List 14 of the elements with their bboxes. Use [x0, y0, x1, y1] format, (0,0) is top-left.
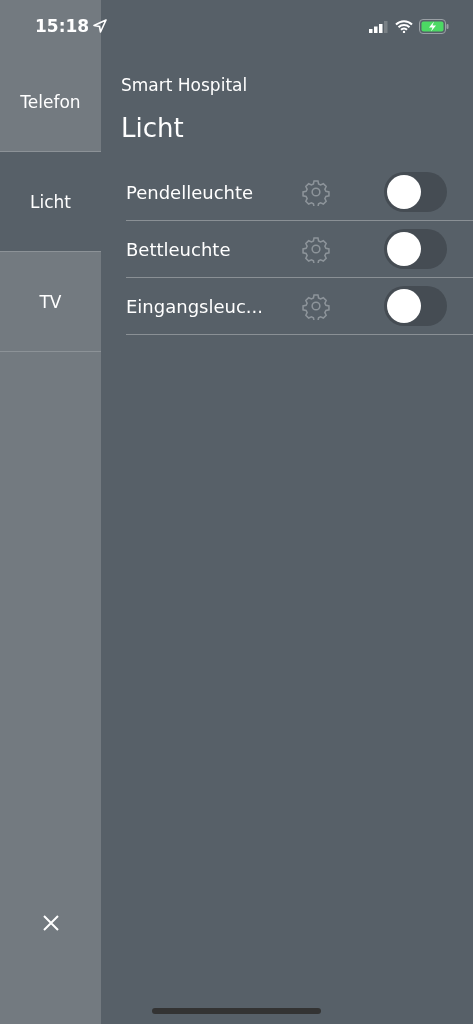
wifi-icon [395, 19, 413, 33]
toggle-switch[interactable] [384, 286, 447, 326]
toggle-switch[interactable] [384, 172, 447, 212]
light-name: Bettleuchte [126, 238, 232, 260]
light-name: Eingangsleuc... [126, 295, 264, 317]
toggle-switch[interactable] [384, 229, 447, 269]
location-arrow-icon [93, 19, 108, 33]
app-name: Smart Hospital [121, 75, 249, 95]
signal-icon [369, 19, 389, 33]
sidebar-tab[interactable]: Licht [0, 152, 101, 252]
page-title: Licht [121, 113, 185, 143]
sidebar-tab[interactable]: TV [0, 252, 101, 352]
light-name: Pendelleuchte [126, 181, 255, 203]
status-time: 15:18 [35, 16, 90, 36]
